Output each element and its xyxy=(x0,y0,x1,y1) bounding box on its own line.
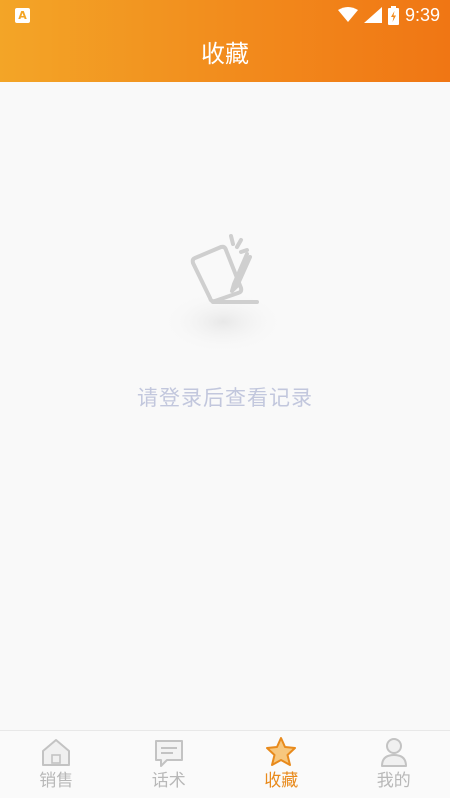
tab-sales[interactable]: 销售 xyxy=(0,731,113,798)
user-icon xyxy=(380,738,407,767)
bottom-tab-bar: 销售 话术 收藏 我的 xyxy=(0,730,450,798)
tab-label: 我的 xyxy=(376,771,411,791)
tab-label: 收藏 xyxy=(264,771,299,791)
star-icon xyxy=(266,737,297,766)
battery-icon xyxy=(387,5,399,25)
tab-mine[interactable]: 我的 xyxy=(338,731,450,798)
app-notification-icon: A xyxy=(15,8,30,23)
tab-label: 话术 xyxy=(151,771,186,791)
empty-state-message: 请登录后查看记录 xyxy=(137,386,313,410)
page-title: 收藏 xyxy=(201,40,249,68)
wifi-icon xyxy=(337,7,358,22)
home-icon xyxy=(42,739,71,766)
tab-favorites[interactable]: 收藏 xyxy=(225,731,338,798)
status-bar: A 9:39 xyxy=(0,0,450,30)
status-time: 9:39 xyxy=(404,4,440,25)
cellular-signal-icon xyxy=(363,7,382,23)
tab-scripts[interactable]: 话术 xyxy=(113,731,226,798)
main-content: 请登录后查看记录 xyxy=(0,82,450,730)
app-header: A 9:39 收藏 xyxy=(0,0,450,82)
status-indicators: 9:39 xyxy=(337,4,440,26)
tab-label: 销售 xyxy=(39,771,74,791)
chat-icon xyxy=(154,740,183,767)
empty-note-icon xyxy=(161,234,285,354)
